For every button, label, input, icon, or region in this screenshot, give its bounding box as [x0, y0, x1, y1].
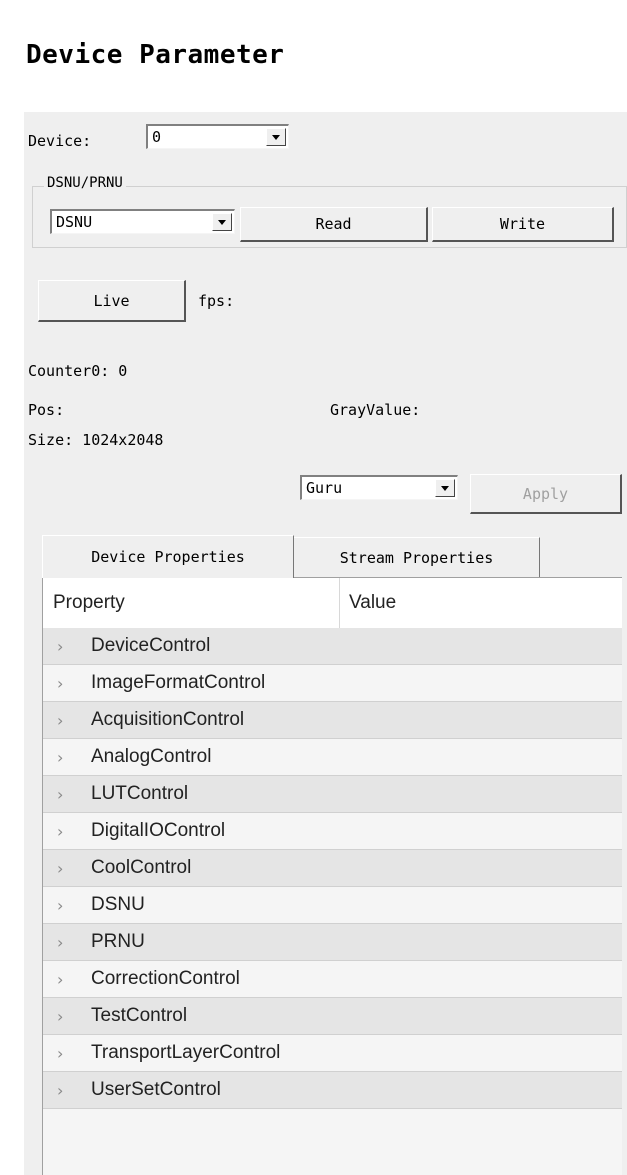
property-row-dsnu[interactable]: › DSNU — [43, 887, 622, 924]
property-row-label: TestControl — [91, 1005, 188, 1026]
property-row-label: DeviceControl — [91, 635, 211, 656]
device-select-value: 0 — [152, 128, 162, 146]
gray-value-label: GrayValue: — [330, 401, 421, 419]
property-row-coolcontrol[interactable]: › CoolControl — [43, 850, 622, 887]
chevron-right-icon[interactable]: › — [57, 674, 63, 693]
grid-empty-area — [43, 1109, 622, 1175]
chevron-right-icon[interactable]: › — [57, 933, 63, 952]
property-row-analogcontrol[interactable]: › AnalogControl — [43, 739, 622, 776]
visibility-select[interactable]: Guru — [300, 475, 458, 500]
chevron-right-icon[interactable]: › — [57, 859, 63, 878]
chevron-right-icon[interactable]: › — [57, 711, 63, 730]
property-row-devicecontrol[interactable]: › DeviceControl — [43, 628, 622, 665]
dsnu-prnu-group-title: DSNU/PRNU — [44, 175, 126, 191]
device-select[interactable]: 0 — [146, 124, 289, 149]
chevron-right-icon[interactable]: › — [57, 896, 63, 915]
property-row-lutcontrol[interactable]: › LUTControl — [43, 776, 622, 813]
property-row-label: LUTControl — [91, 783, 189, 804]
tab-stream-properties[interactable]: Stream Properties — [294, 537, 540, 577]
column-divider[interactable] — [339, 578, 340, 628]
property-row-label: DigitalIOControl — [91, 820, 226, 841]
property-row-label: TransportLayerControl — [91, 1042, 281, 1063]
chevron-right-icon[interactable]: › — [57, 970, 63, 989]
counter-label: Counter0: 0 — [28, 362, 128, 380]
read-button[interactable]: Read — [240, 207, 428, 242]
property-row-imageformatcontrol[interactable]: › ImageFormatControl — [43, 665, 622, 702]
write-button[interactable]: Write — [432, 207, 614, 242]
device-label: Device: — [28, 132, 92, 150]
chevron-down-icon[interactable] — [435, 479, 455, 497]
property-row-prnu[interactable]: › PRNU — [43, 924, 622, 961]
chevron-down-icon[interactable] — [212, 213, 232, 231]
chevron-right-icon[interactable]: › — [57, 1081, 63, 1100]
property-row-label: CoolControl — [91, 857, 192, 878]
page-title: Device Parameter — [26, 40, 285, 70]
live-button[interactable]: Live — [38, 280, 186, 322]
chevron-right-icon[interactable]: › — [57, 637, 63, 656]
property-row-label: ImageFormatControl — [91, 672, 266, 693]
chevron-down-icon[interactable] — [266, 128, 286, 146]
property-row-transportlayercontrol[interactable]: › TransportLayerControl — [43, 1035, 622, 1072]
visibility-select-value: Guru — [306, 479, 343, 497]
chevron-right-icon[interactable]: › — [57, 822, 63, 841]
column-header-property[interactable]: Property — [53, 592, 125, 614]
chevron-right-icon[interactable]: › — [57, 785, 63, 804]
property-row-label: AcquisitionControl — [91, 709, 245, 730]
property-row-correctioncontrol[interactable]: › CorrectionControl — [43, 961, 622, 998]
chevron-right-icon[interactable]: › — [57, 1044, 63, 1063]
pos-label: Pos: — [28, 401, 65, 419]
property-row-label: DSNU — [91, 894, 145, 915]
property-row-label: AnalogControl — [91, 746, 212, 767]
grid-header: Property Value — [43, 578, 622, 629]
apply-button[interactable]: Apply — [470, 474, 622, 514]
property-row-acquisitioncontrol[interactable]: › AcquisitionControl — [43, 702, 622, 739]
chevron-right-icon[interactable]: › — [57, 748, 63, 767]
property-row-usersetcontrol[interactable]: › UserSetControl — [43, 1072, 622, 1109]
property-grid[interactable]: Property Value › DeviceControl › ImageFo… — [42, 577, 622, 1175]
property-row-digitaliocontrol[interactable]: › DigitalIOControl — [43, 813, 622, 850]
property-row-label: PRNU — [91, 931, 145, 952]
dsnu-prnu-select[interactable]: DSNU — [50, 209, 235, 234]
column-header-value[interactable]: Value — [349, 592, 396, 614]
fps-label: fps: — [198, 292, 235, 310]
chevron-right-icon[interactable]: › — [57, 1007, 63, 1026]
property-row-label: UserSetControl — [91, 1079, 221, 1100]
dsnu-prnu-select-value: DSNU — [56, 213, 93, 231]
size-label: Size: 1024x2048 — [28, 431, 164, 449]
property-row-testcontrol[interactable]: › TestControl — [43, 998, 622, 1035]
tab-device-properties[interactable]: Device Properties — [42, 535, 294, 578]
property-row-label: CorrectionControl — [91, 968, 240, 989]
